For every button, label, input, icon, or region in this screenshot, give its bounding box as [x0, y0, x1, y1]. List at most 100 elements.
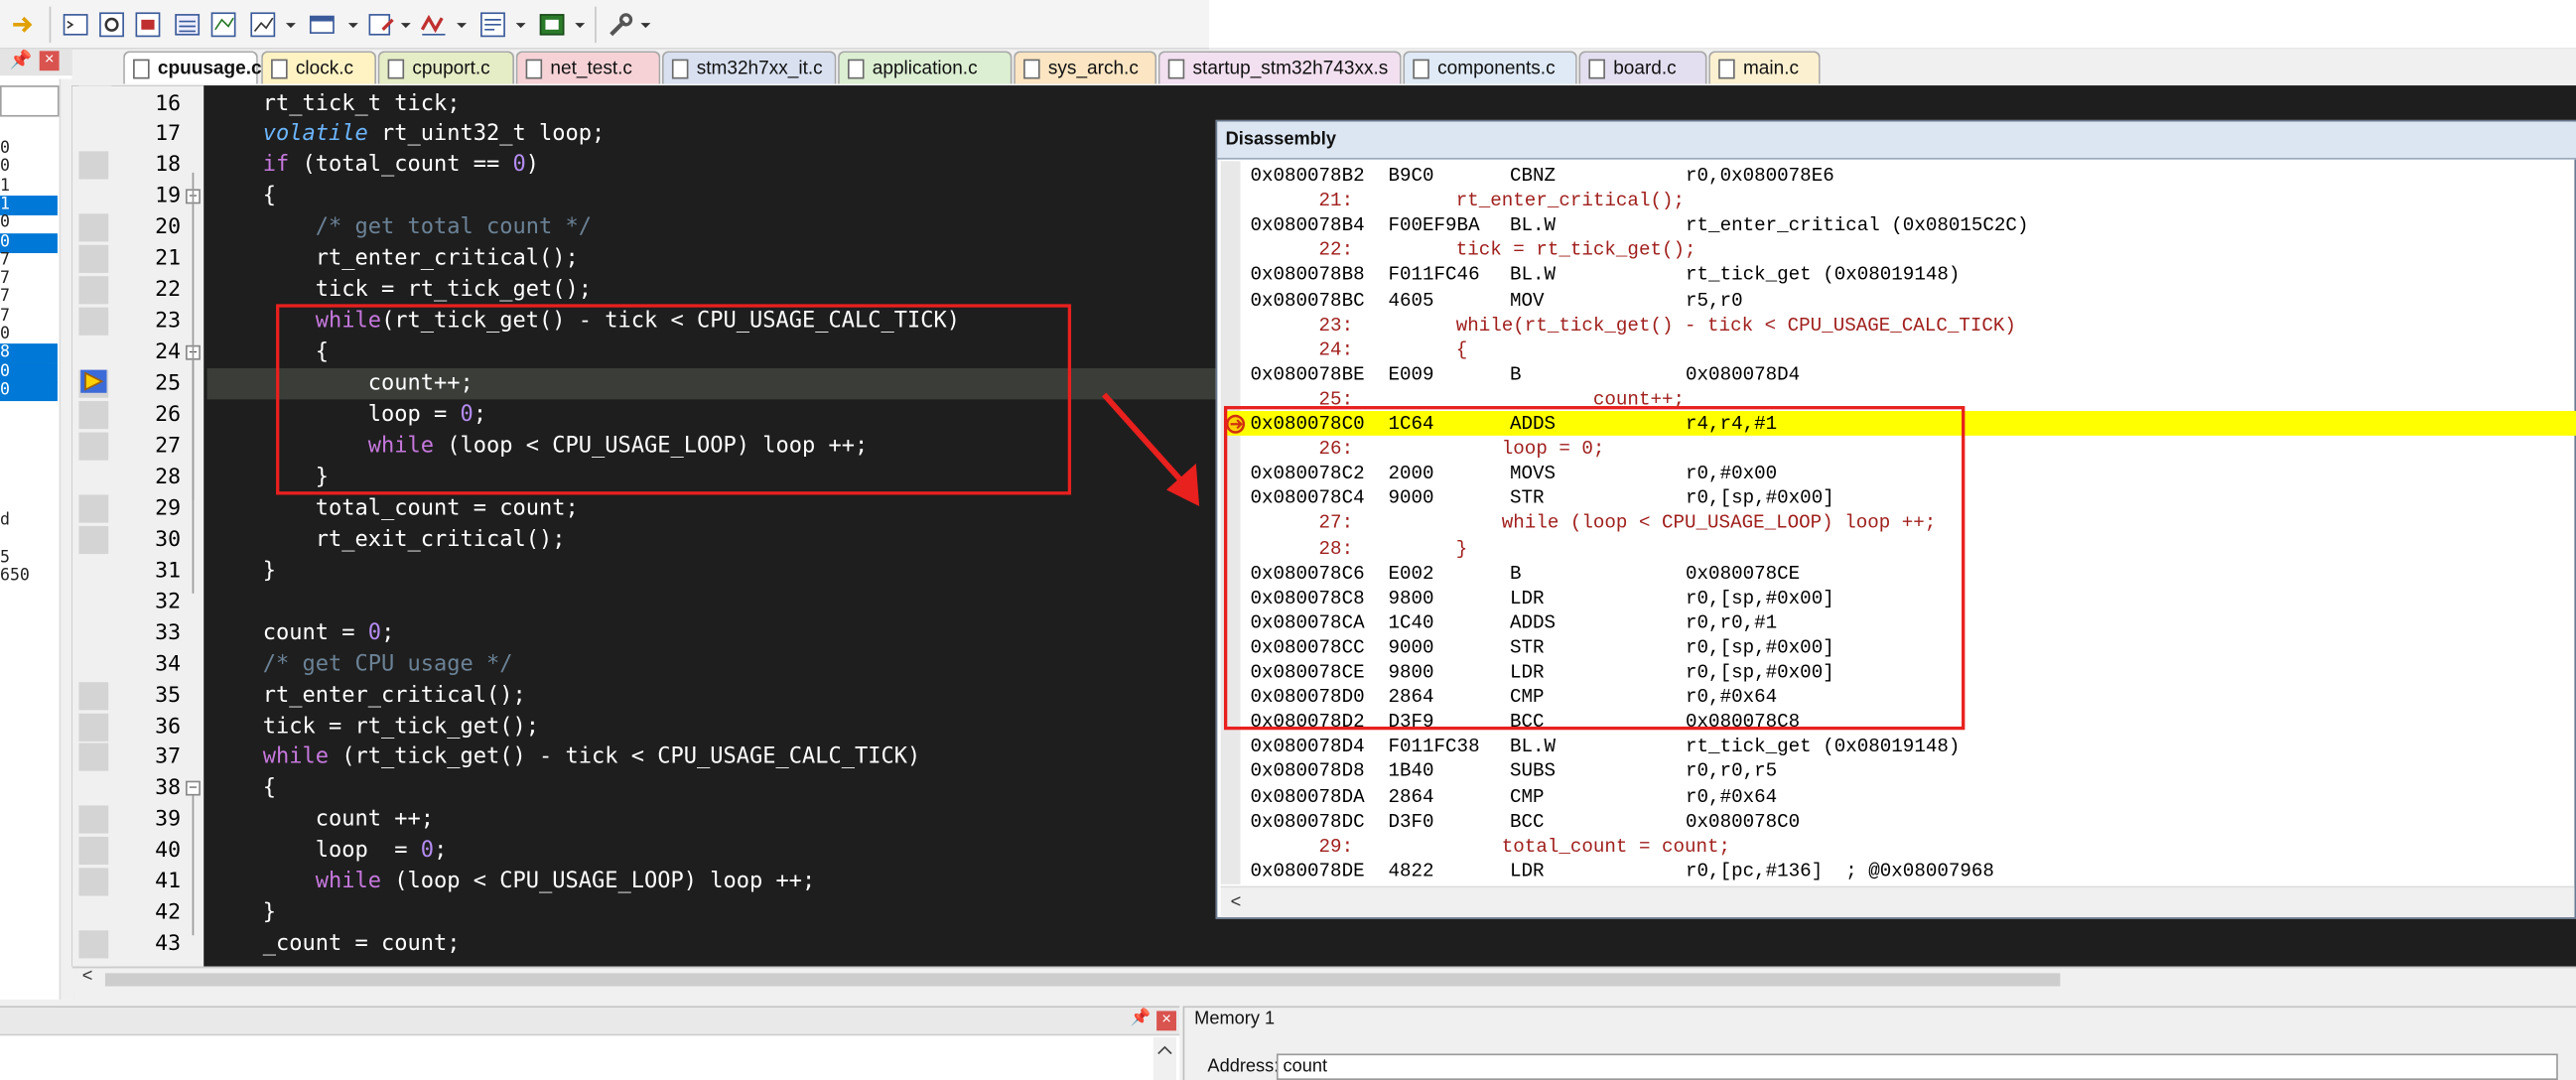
left-panel-row[interactable]	[0, 474, 58, 494]
symbols-window-icon[interactable]	[131, 8, 164, 41]
tab-startup-stm32h743xx-s[interactable]: startup_stm32h743xx.s	[1157, 51, 1402, 84]
registers-window-icon[interactable]	[171, 8, 203, 41]
left-panel-row[interactable]: 5	[0, 548, 58, 568]
tab-net-test-c[interactable]: net_test.c	[515, 51, 661, 84]
tab-clock-c[interactable]: clock.c	[261, 51, 376, 84]
left-panel-row[interactable]: 0	[0, 158, 58, 178]
analysis-window-icon[interactable]	[417, 8, 450, 41]
code-line[interactable]: rt_exit_critical();	[263, 524, 566, 555]
chevron-down-icon[interactable]	[572, 13, 589, 33]
code-line[interactable]: while (loop < CPU_USAGE_LOOP) loop ++;	[263, 867, 815, 897]
fold-toggle[interactable]: −	[186, 780, 201, 797]
memory-window-icon[interactable]	[306, 8, 339, 41]
left-panel-row[interactable]	[0, 456, 58, 475]
left-panel-row[interactable]: 0	[0, 140, 58, 160]
left-panel-row[interactable]: 7	[0, 270, 58, 290]
close-icon[interactable]: ×	[1156, 1011, 1176, 1031]
left-panel-row[interactable]: d	[0, 511, 58, 531]
scroll-left-arrow[interactable]: <	[82, 967, 93, 987]
tab-sys-arch-c[interactable]: sys_arch.c	[1014, 51, 1157, 84]
instr-op: r0,r0,r5	[1686, 761, 1778, 783]
disassembly-source-line[interactable]: 22: tick = rt_tick_get();	[1250, 239, 1696, 264]
code-line[interactable]: rt_enter_critical();	[263, 244, 579, 275]
memory-title[interactable]: Memory 1	[1194, 1010, 1275, 1029]
call-stack-icon[interactable]	[207, 8, 240, 41]
tab-cpuport-c[interactable]: cpuport.c	[377, 51, 515, 84]
left-panel-row[interactable]	[0, 418, 58, 438]
left-panel-row[interactable]: 0	[0, 232, 58, 253]
trace-window-icon[interactable]	[476, 8, 509, 41]
left-panel-row[interactable]	[0, 400, 58, 420]
system-viewer-icon[interactable]	[536, 8, 569, 41]
code-line[interactable]: }	[263, 555, 276, 586]
chevron-down-icon[interactable]	[454, 13, 471, 33]
instr-mn: CBNZ	[1509, 166, 1557, 188]
left-panel-row[interactable]	[0, 530, 58, 550]
code-line[interactable]: tick = rt_tick_get();	[263, 711, 539, 742]
code-line[interactable]: count ++;	[263, 804, 434, 835]
line-number: 32	[155, 589, 182, 614]
left-panel-row[interactable]: 8	[0, 343, 58, 364]
code-line[interactable]: {	[263, 773, 276, 804]
disassembly-hscrollbar[interactable]: <	[1220, 885, 2575, 918]
code-line[interactable]: loop = 0;	[263, 836, 448, 867]
tab-main-c[interactable]: main.c	[1708, 51, 1821, 84]
bottom-left-scrollbar[interactable]	[1152, 1036, 1176, 1080]
code-line[interactable]: rt_tick_t tick;	[263, 88, 461, 119]
left-panel-row[interactable]: 7	[0, 307, 58, 327]
chevron-down-icon[interactable]	[637, 13, 654, 33]
code-line[interactable]: tick = rt_tick_get();	[263, 275, 592, 306]
tab-board-c[interactable]: board.c	[1578, 51, 1707, 84]
code-line[interactable]: _count = count;	[263, 929, 461, 960]
code-line[interactable]: if (total_count == 0)	[263, 150, 539, 181]
pin-icon[interactable]: 📌	[1131, 1010, 1152, 1027]
run-arrow-icon[interactable]	[7, 8, 40, 41]
left-panel-row[interactable]: 7	[0, 251, 58, 271]
code-line[interactable]: }	[263, 897, 276, 928]
scroll-thumb[interactable]	[104, 973, 2061, 987]
tab-application-c[interactable]: application.c	[838, 51, 1013, 84]
left-panel-row[interactable]: 1	[0, 177, 58, 197]
left-panel-row[interactable]	[0, 492, 58, 512]
left-panel-row[interactable]: 650	[0, 567, 58, 587]
code-line[interactable]: count = 0;	[263, 617, 395, 648]
close-icon[interactable]: ×	[39, 51, 60, 71]
code-line[interactable]: volatile rt_uint32_t loop;	[263, 119, 605, 150]
code-line[interactable]: while (rt_tick_get() - tick < CPU_USAGE_…	[263, 742, 920, 773]
watch-window-icon[interactable]	[246, 8, 279, 41]
scroll-left-arrow[interactable]: <	[1231, 887, 1242, 917]
left-panel-row[interactable]: 0	[0, 214, 58, 234]
tab-components-c[interactable]: components.c	[1403, 51, 1577, 84]
pin-icon[interactable]: 📌	[10, 50, 33, 70]
code-line[interactable]: /* get CPU usage */	[263, 648, 513, 679]
chevron-down-icon[interactable]	[512, 13, 529, 33]
disassembly-source-line[interactable]: 23: while(rt_tick_get() - tick < CPU_USA…	[1250, 314, 2016, 338]
command-window-icon[interactable]	[60, 8, 92, 41]
left-panel-row[interactable]: 7	[0, 288, 58, 308]
serial-window-icon[interactable]	[364, 8, 397, 41]
address-input[interactable]: count	[1276, 1053, 2558, 1080]
left-panel-field[interactable]	[0, 85, 60, 117]
disassembly-source-line[interactable]: 24: {	[1250, 338, 1468, 363]
chevron-down-icon[interactable]	[345, 13, 362, 33]
tab-stm32h7xx-it-c[interactable]: stm32h7xx_it.c	[661, 51, 837, 84]
left-panel-row[interactable]: 1	[0, 195, 58, 215]
editor-hscrollbar[interactable]: <	[71, 966, 2576, 992]
code-line[interactable]: rt_enter_critical();	[263, 680, 526, 711]
code-line[interactable]: {	[263, 182, 276, 212]
tab-cpuusage-c[interactable]: cpuusage.c	[123, 51, 262, 84]
left-panel-row[interactable]: 0	[0, 381, 58, 401]
disassembly-window-icon[interactable]	[95, 8, 128, 41]
instr-op: rt_tick_get (0x08019148)	[1686, 737, 1961, 758]
left-panel-row[interactable]	[0, 437, 58, 457]
tools-icon[interactable]	[605, 8, 637, 41]
chevron-down-icon[interactable]	[398, 13, 415, 33]
disassembly-source-line[interactable]: 21: rt_enter_critical();	[1250, 190, 1685, 214]
left-panel-row[interactable]: 0	[0, 362, 58, 383]
instr-addr: 0x080078DC	[1250, 811, 1365, 833]
chevron-down-icon[interactable]	[283, 13, 300, 33]
code-line[interactable]: /* get total count */	[263, 212, 592, 243]
code-line[interactable]: total_count = count;	[263, 493, 579, 524]
disassembly-source-line[interactable]: 29: total_count = count;	[1250, 835, 1731, 860]
left-panel-row[interactable]: 0	[0, 326, 58, 345]
